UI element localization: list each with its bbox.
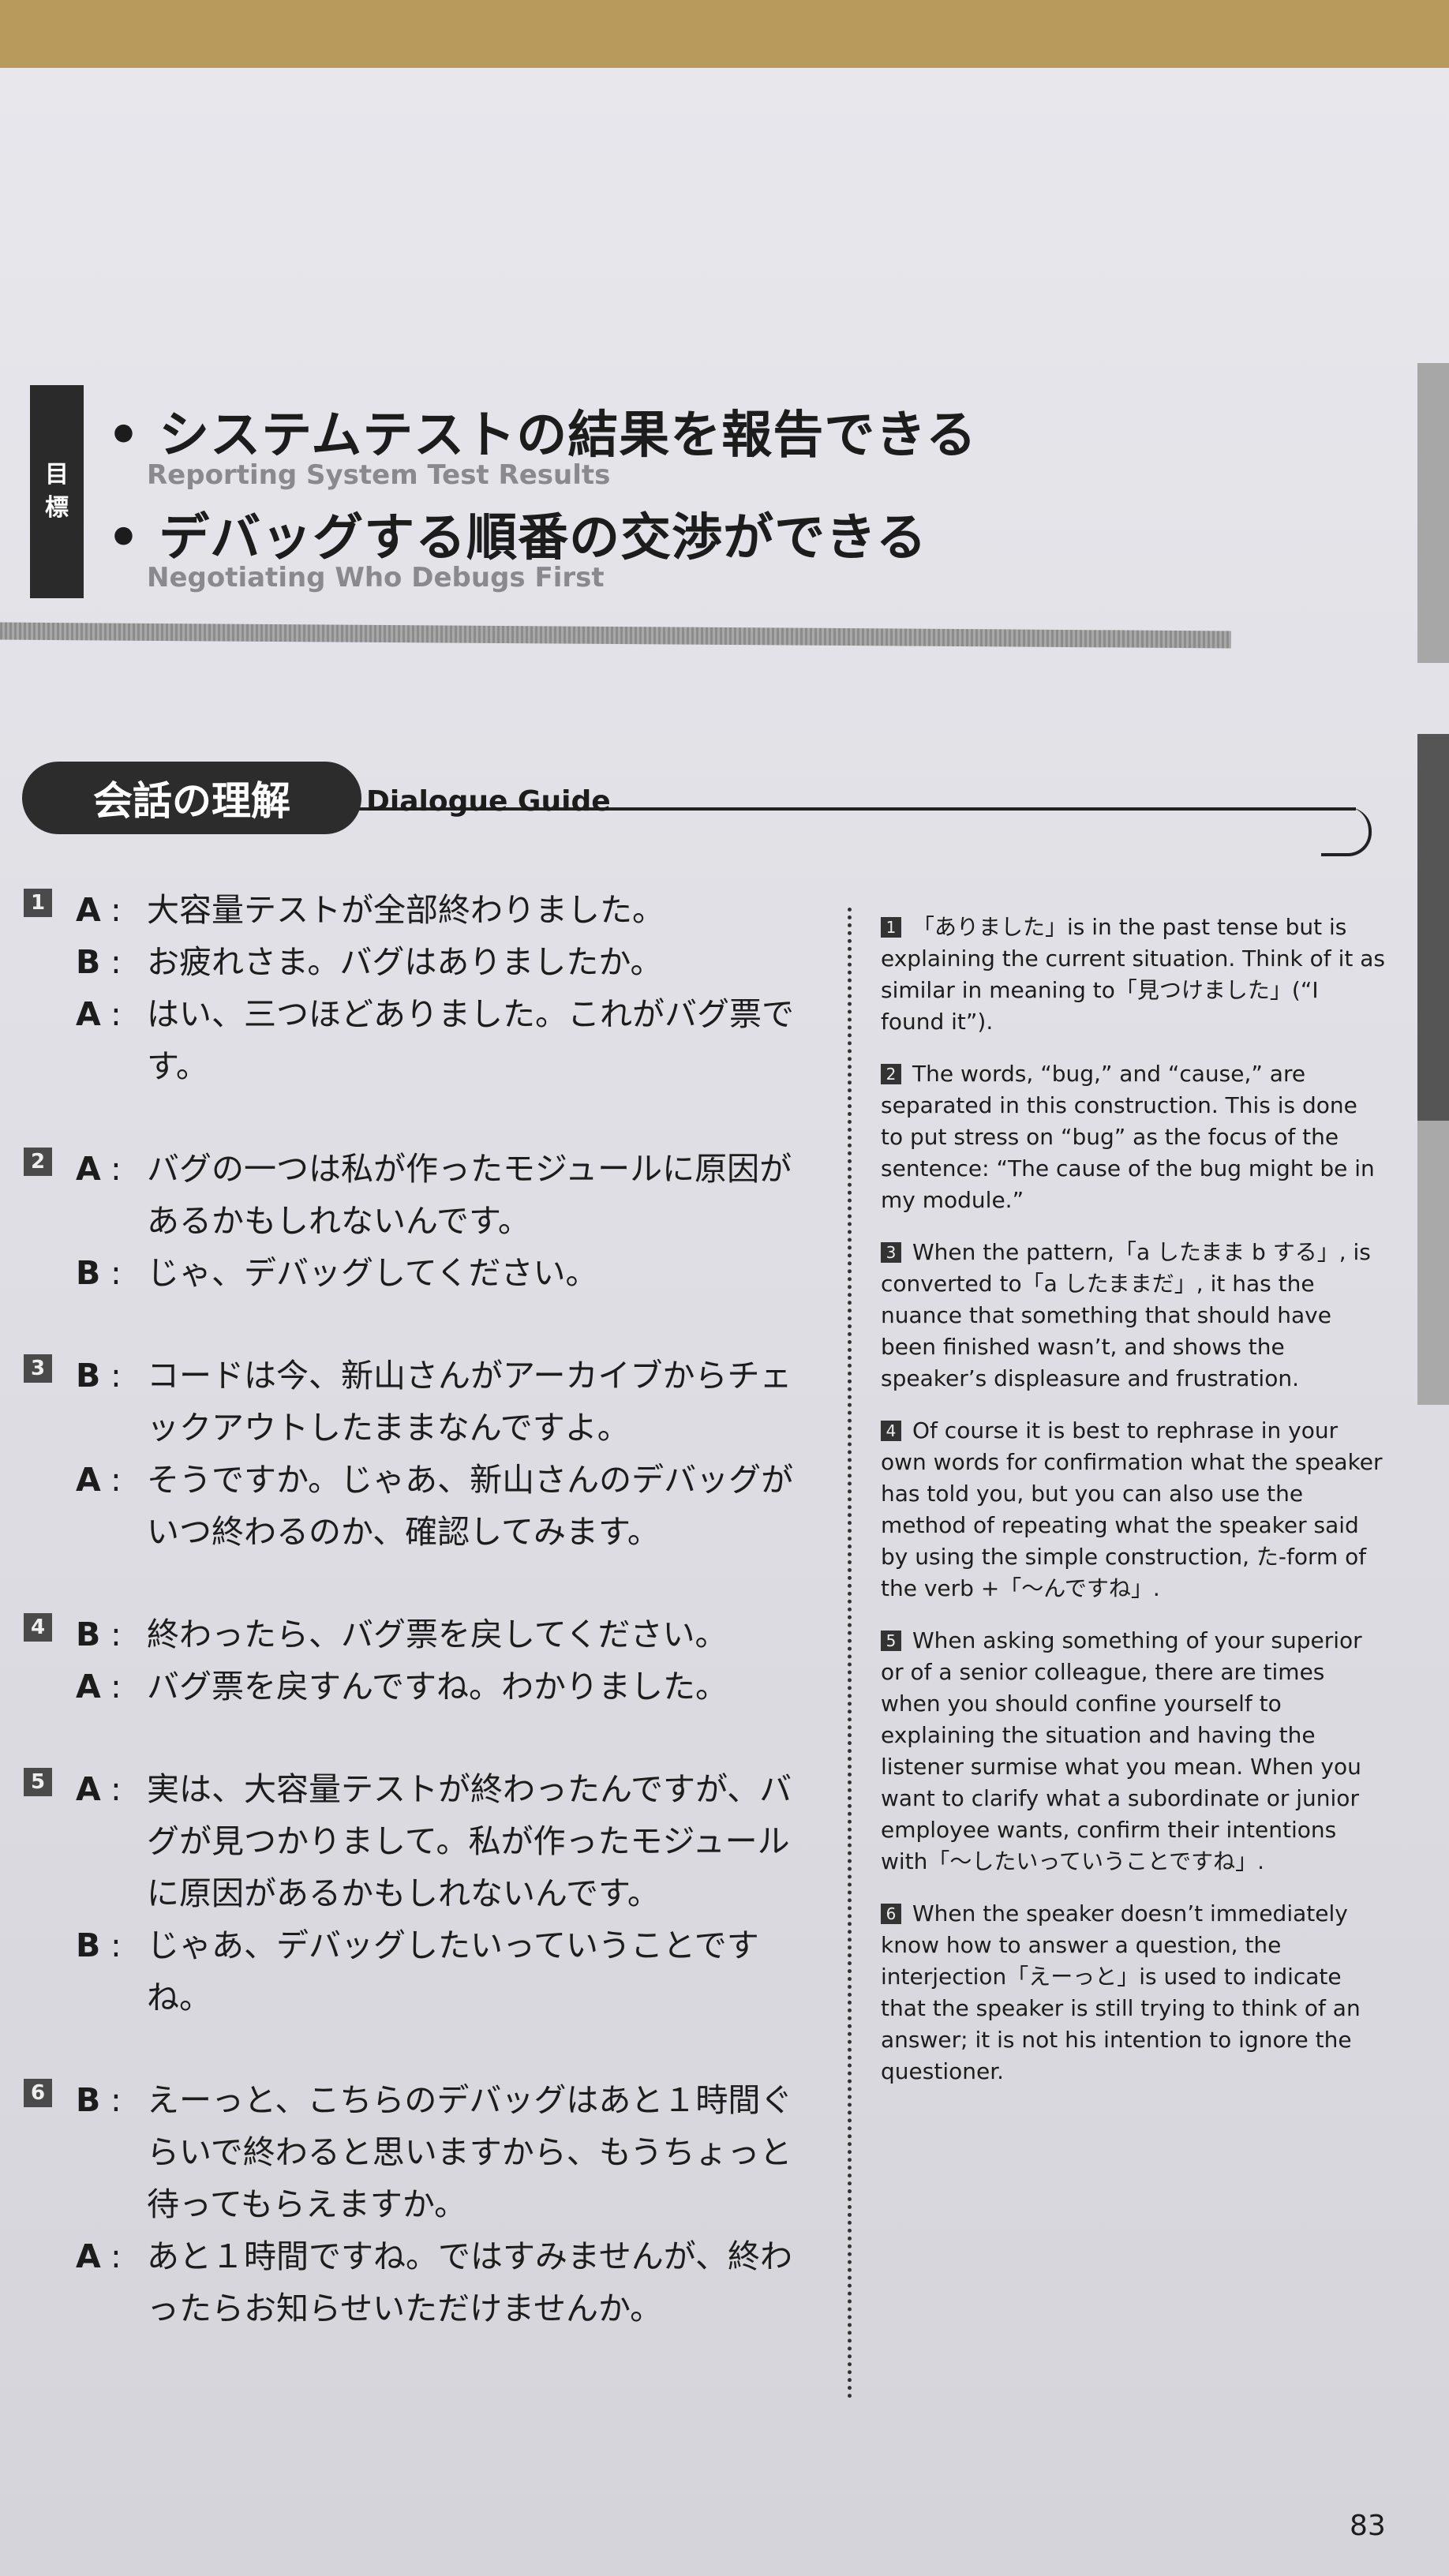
note-item: 6 When the speaker doesn’t immediately kn… (881, 1898, 1386, 2087)
section-header: 会話の理解 Dialogue Guide (22, 762, 1372, 856)
notes-column: 1 「ありました」is in the past tense but is expl… (881, 912, 1386, 2108)
speaker: B (76, 2081, 101, 2119)
chapter-tab (1417, 363, 1449, 663)
section-title: 会話の理解 (22, 762, 361, 834)
utterance: 実は、大容量テストが終わったんですが、バグが見つかりまして。私が作ったモジュール… (147, 1770, 792, 1912)
note-item: 3 When the pattern,「a したまま b する」, is conv… (881, 1237, 1386, 1395)
utterance: 終わったら、バグ票を戻してください。 (147, 1616, 728, 1653)
dialogue-block: 2 A: バグの一つは私が作ったモジュールに原因があるかもしれないんです。 B:じ… (24, 1143, 821, 1299)
dialogue-block: 6 B: えーっと、こちらのデバッグはあと１時間ぐらいで終わると思いますから、もう… (24, 2074, 821, 2334)
note-text: When the pattern,「a したまま b する」, is conve… (881, 1239, 1371, 1391)
objective-title: • デバッグする順番の交渉ができる (107, 509, 927, 567)
dialogue-block: 3 B: コードは今、新山さんがアーカイブからチェックアウトしたままなんですよ。 … (24, 1350, 821, 1558)
dialogue-line: B: じゃあ、デバッグしたいっていうことですね。 (24, 1919, 821, 2024)
dialogue-line: B: 終わったら、バグ票を戻してください。 (24, 1608, 821, 1661)
dialogue-line: B: じゃ、デバッグしてください。 (24, 1247, 821, 1299)
note-item: 2 The words, “bug,” and “cause,” are sepa… (881, 1058, 1386, 1216)
speaker: A (76, 891, 101, 929)
objectives-mark: 目 標 (30, 385, 84, 598)
dialogue-line: A: 大容量テストが全部終わりました。 (24, 884, 821, 936)
note-number: 6 (881, 1904, 901, 1924)
note-item: 1 「ありました」is in the past tense but is expl… (881, 912, 1386, 1038)
utterance: えーっと、こちらのデバッグはあと１時間ぐらいで終わると思いますから、もうちょっと… (147, 2081, 793, 2223)
section-subtitle: Dialogue Guide (366, 785, 611, 818)
dialogue-line: A: はい、三つほどありました。これがバグ票です。 (24, 988, 821, 1092)
note-number: 1 (881, 917, 901, 938)
speaker: A (76, 995, 101, 1033)
speaker: B (76, 1616, 101, 1653)
speaker: A (76, 1150, 101, 1188)
note-number: 2 (881, 1064, 901, 1084)
note-text: When the speaker doesn’t immediately kno… (881, 1900, 1361, 2084)
speaker: A (76, 2237, 101, 2275)
column-divider (848, 908, 852, 2399)
dialogue-block: 4 B: 終わったら、バグ票を戻してください。 A: バグ票を戻すんですね。わかりま… (24, 1608, 821, 1713)
dialogue-line: A: バグ票を戻すんですね。わかりました。 (24, 1661, 821, 1713)
utterance: はい、三つほどありました。これがバグ票です。 (147, 995, 794, 1085)
note-number: 3 (881, 1242, 901, 1263)
speaker: B (76, 943, 101, 981)
utterance: コードは今、新山さんがアーカイブからチェックアウトしたままなんですよ。 (147, 1357, 792, 1447)
dialogue-line: B: えーっと、こちらのデバッグはあと１時間ぐらいで終わると思いますから、もうちょ… (24, 2074, 821, 2230)
note-item: 4 Of course it is best to rephrase in you… (881, 1415, 1386, 1604)
note-number: 5 (881, 1631, 901, 1651)
utterance: じゃ、デバッグしてください。 (147, 1254, 598, 1292)
chapter-tab (1417, 1121, 1449, 1405)
objective-item: • デバッグする順番の交渉ができる Negotiating Who Debugs… (107, 497, 927, 593)
header-line-cap (1321, 807, 1372, 856)
dialogue-line: A: バグの一つは私が作ったモジュールに原因があるかもしれないんです。 (24, 1143, 821, 1247)
note-text: 「ありました」is in the past tense but is expla… (881, 914, 1385, 1035)
utterance: じゃあ、デバッグしたいっていうことですね。 (147, 1926, 759, 2016)
speaker: B (76, 1926, 101, 1964)
objective-item: • システムテストの結果を報告できる Reporting System Test… (107, 395, 977, 491)
dialogue-line: A: 実は、大容量テストが終わったんですが、バグが見つかりまして。私が作ったモジュ… (24, 1763, 821, 1919)
page-number: 83 (1350, 2510, 1386, 2542)
speaker: A (76, 1461, 101, 1499)
utterance: バグの一つは私が作ったモジュールに原因があるかもしれないんです。 (147, 1150, 792, 1240)
speaker: A (76, 1770, 101, 1808)
note-text: When asking something of your superior o… (881, 1627, 1362, 1874)
objective-title: • システムテストの結果を報告できる (107, 406, 977, 465)
dialogue-line: B: お疲れさま。バグはありましたか。 (24, 936, 821, 988)
note-item: 5 When asking something of your superior … (881, 1625, 1386, 1878)
note-text: Of course it is best to rephrase in your… (881, 1417, 1383, 1601)
objectives-mark-char: 標 (45, 494, 69, 522)
dialogue-block: 5 A: 実は、大容量テストが終わったんですが、バグが見つかりまして。私が作ったモ… (24, 1763, 821, 2024)
dialogue-column: 1 A: 大容量テストが全部終わりました。 B: お疲れさま。バグはありましたか。 … (24, 884, 821, 2385)
objectives-mark-char: 目 (45, 461, 69, 489)
speaker: A (76, 1668, 101, 1705)
dialogue-line: A: あと１時間ですね。ではすみませんが、終わったらお知らせいただけませんか。 (24, 2230, 821, 2334)
speaker: B (76, 1254, 101, 1292)
utterance: 大容量テストが全部終わりました。 (147, 891, 665, 929)
utterance: お疲れさま。バグはありましたか。 (147, 943, 663, 981)
speaker: B (76, 1357, 101, 1395)
dialogue-block: 1 A: 大容量テストが全部終わりました。 B: お疲れさま。バグはありましたか。 … (24, 884, 821, 1092)
dialogue-line: A: そうですか。じゃあ、新山さんのデバッグがいつ終わるのか、確認してみます。 (24, 1454, 821, 1558)
note-text: The words, “bug,” and “cause,” are separ… (881, 1061, 1375, 1213)
note-number: 4 (881, 1421, 901, 1441)
dialogue-line: B: コードは今、新山さんがアーカイブからチェックアウトしたままなんですよ。 (24, 1350, 821, 1454)
utterance: バグ票を戻すんですね。わかりました。 (147, 1668, 728, 1705)
utterance: あと１時間ですね。ではすみませんが、終わったらお知らせいただけませんか。 (147, 2237, 792, 2327)
utterance: そうですか。じゃあ、新山さんのデバッグがいつ終わるのか、確認してみます。 (147, 1461, 794, 1551)
chapter-tab-active (1417, 734, 1449, 1144)
